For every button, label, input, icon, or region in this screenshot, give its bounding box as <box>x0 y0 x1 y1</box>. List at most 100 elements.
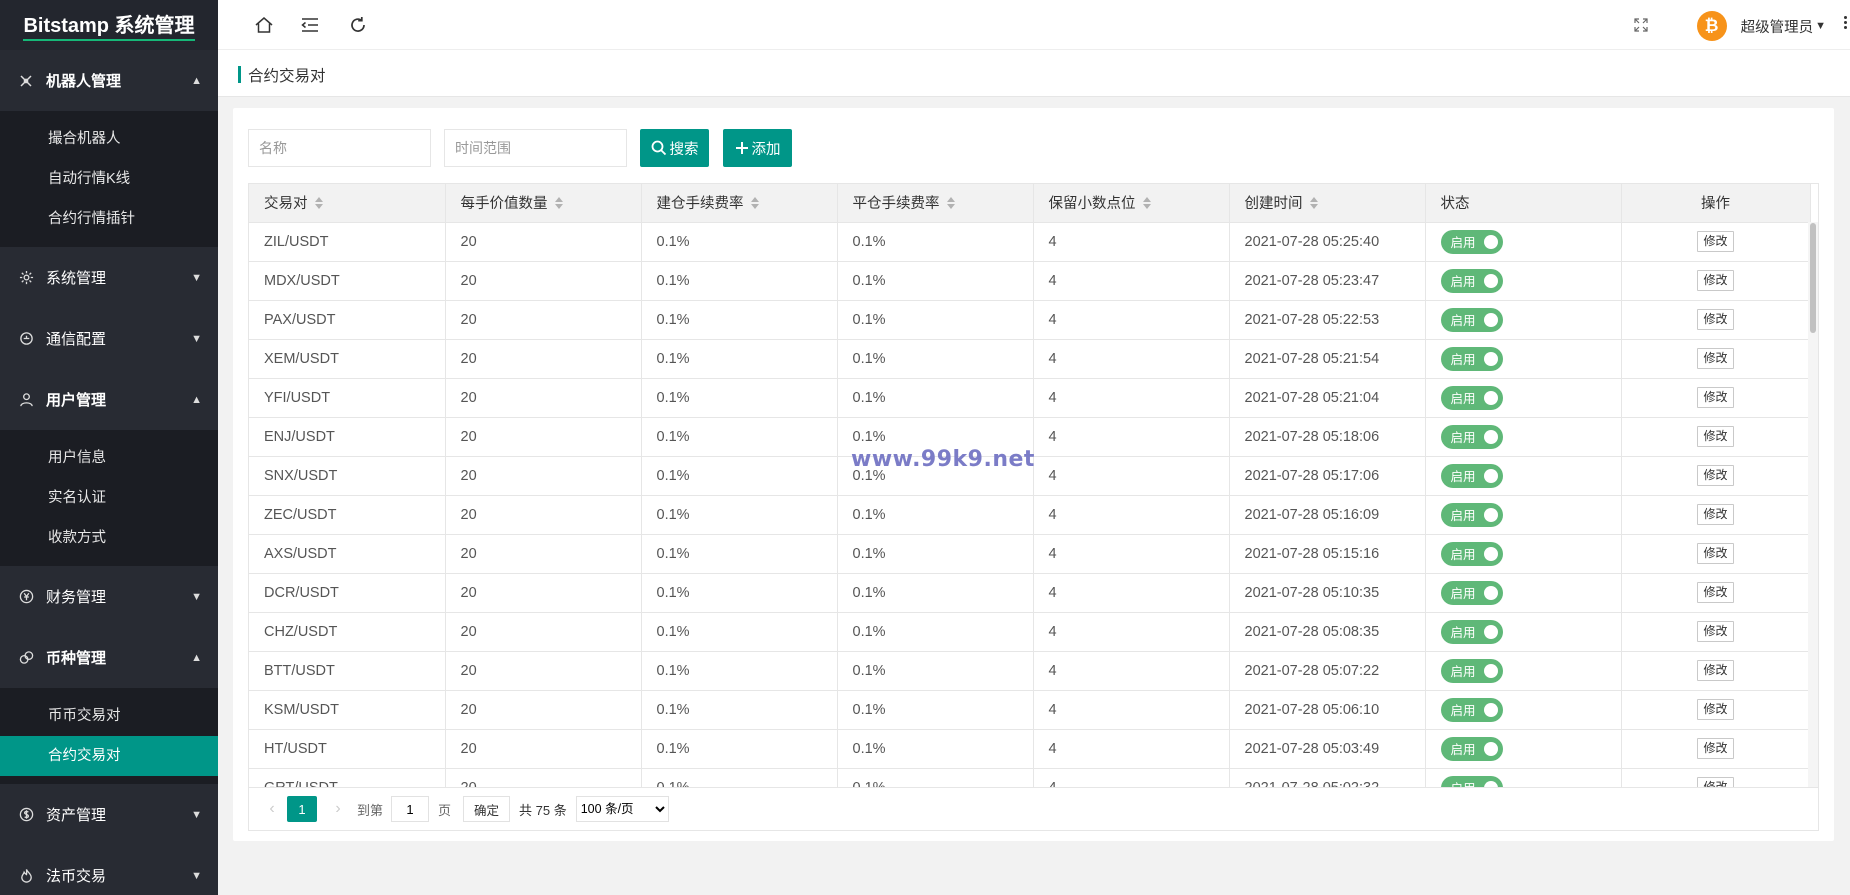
prev-page-icon[interactable]: ‹ <box>261 800 283 818</box>
sidebar-group-3[interactable]: 用户管理 ▲ <box>0 369 218 430</box>
edit-button[interactable]: 修改 <box>1697 699 1734 720</box>
scrollbar-thumb[interactable] <box>1810 223 1816 333</box>
cell-status: 启用 <box>1424 455 1622 496</box>
column-header[interactable]: 交易对 <box>249 184 446 223</box>
status-label: 启用 <box>1450 548 1476 562</box>
status-switch[interactable]: 启用 <box>1440 463 1503 488</box>
sidebar-group-4[interactable]: 财务管理 ▼ <box>0 566 218 627</box>
vertical-scrollbar[interactable] <box>1808 222 1818 787</box>
plus-icon <box>735 142 748 154</box>
sort-icon[interactable] <box>554 197 564 210</box>
status-switch[interactable]: 启用 <box>1440 424 1503 449</box>
search-button[interactable]: 搜索 <box>640 129 709 167</box>
shrink-sidebar-icon[interactable] <box>298 14 322 36</box>
sidebar-item[interactable]: 用户信息 <box>0 438 218 478</box>
cell-actions: 修改 <box>1620 494 1811 535</box>
cell-close-fee: 0.1% <box>836 611 1034 652</box>
cell-actions: 修改 <box>1620 572 1811 613</box>
cell-close-fee: 0.1% <box>836 260 1034 301</box>
edit-button[interactable]: 修改 <box>1697 465 1734 486</box>
more-icon[interactable] <box>1844 14 1850 31</box>
edit-button[interactable]: 修改 <box>1697 270 1734 291</box>
goto-page-input[interactable] <box>391 796 430 822</box>
column-header-label: 创建时间 <box>1244 196 1303 213</box>
current-page[interactable]: 1 <box>287 796 317 822</box>
sort-icon[interactable] <box>946 197 956 210</box>
add-button[interactable]: 添加 <box>723 129 792 167</box>
cell-close-fee: 0.1% <box>836 221 1034 262</box>
column-header[interactable]: 每手价值数量 <box>444 184 642 223</box>
edit-button[interactable]: 修改 <box>1697 309 1734 330</box>
edit-button[interactable]: 修改 <box>1697 348 1734 369</box>
refresh-icon[interactable] <box>346 14 370 36</box>
sidebar-group-5[interactable]: 币种管理 ▲ <box>0 627 218 688</box>
sidebar-item[interactable]: 收款方式 <box>0 518 218 558</box>
sidebar-item[interactable]: 合约交易对 <box>0 736 218 776</box>
cell-qty: 20 <box>444 338 642 379</box>
status-switch[interactable]: 启用 <box>1440 346 1503 371</box>
sidebar-group-7[interactable]: 法币交易 ▼ <box>0 845 218 895</box>
status-switch[interactable]: 启用 <box>1440 619 1503 644</box>
sidebar-item[interactable]: 币币交易对 <box>0 696 218 736</box>
sidebar-item[interactable]: 合约行情插针 <box>0 199 218 239</box>
next-page-icon[interactable]: › <box>327 800 349 818</box>
cell-pair: ENJ/USDT <box>249 416 446 457</box>
cell-decimals: 4 <box>1032 689 1230 730</box>
sort-icon[interactable] <box>1309 197 1319 210</box>
edit-button[interactable]: 修改 <box>1697 660 1734 681</box>
sidebar-item[interactable]: 自动行情K线 <box>0 159 218 199</box>
edit-button[interactable]: 修改 <box>1697 582 1734 603</box>
status-switch[interactable]: 启用 <box>1440 307 1503 332</box>
name-input[interactable] <box>248 129 431 167</box>
cell-qty: 20 <box>444 689 642 730</box>
sidebar-group-2[interactable]: 通信配置 ▼ <box>0 308 218 369</box>
sidebar-item[interactable]: 实名认证 <box>0 478 218 518</box>
cell-actions: 修改 <box>1620 689 1811 730</box>
cell-actions: 修改 <box>1620 416 1811 457</box>
status-switch[interactable]: 启用 <box>1440 697 1503 722</box>
edit-button[interactable]: 修改 <box>1697 426 1734 447</box>
edit-button[interactable]: 修改 <box>1697 387 1734 408</box>
user-menu[interactable]: ₿ 超级管理员 ▼ <box>1696 11 1826 41</box>
page-size-select[interactable]: 100 条/页 <box>575 796 669 822</box>
sort-icon[interactable] <box>314 197 324 210</box>
data-table: 交易对 每手价值数量 建仓手续费率 平仓手续费率 保留小数点位 创建时间 状态 操作 ZIL/… <box>248 183 1819 788</box>
column-header[interactable]: 平仓手续费率 <box>836 184 1034 223</box>
cell-open-fee: 0.1% <box>640 611 838 652</box>
status-switch[interactable]: 启用 <box>1440 541 1503 566</box>
status-switch[interactable]: 启用 <box>1440 580 1503 605</box>
column-header[interactable]: 保留小数点位 <box>1032 184 1230 223</box>
sort-icon[interactable] <box>1142 197 1152 210</box>
edit-button[interactable]: 修改 <box>1697 504 1734 525</box>
status-switch[interactable]: 启用 <box>1440 385 1503 410</box>
status-switch[interactable]: 启用 <box>1440 268 1503 293</box>
column-header[interactable]: 创建时间 <box>1228 184 1426 223</box>
status-label: 启用 <box>1450 392 1476 406</box>
sidebar-item[interactable]: 撮合机器人 <box>0 119 218 159</box>
status-switch[interactable]: 启用 <box>1440 736 1503 761</box>
edit-button[interactable]: 修改 <box>1697 543 1734 564</box>
sort-icon[interactable] <box>750 197 760 210</box>
cell-status: 启用 <box>1424 416 1622 457</box>
status-switch[interactable]: 启用 <box>1440 229 1503 254</box>
time-range-input[interactable] <box>444 129 627 167</box>
cell-created: 2021-07-28 05:07:22 <box>1228 650 1426 691</box>
edit-button[interactable]: 修改 <box>1697 777 1734 787</box>
column-header[interactable]: 建仓手续费率 <box>640 184 838 223</box>
fullscreen-icon[interactable] <box>1629 14 1653 36</box>
column-header-label: 交易对 <box>264 196 308 213</box>
status-switch[interactable]: 启用 <box>1440 658 1503 683</box>
status-switch[interactable]: 启用 <box>1440 502 1503 527</box>
cell-created: 2021-07-28 05:03:49 <box>1228 728 1426 769</box>
goto-confirm-button[interactable]: 确定 <box>463 796 511 822</box>
home-icon[interactable] <box>252 14 276 36</box>
sidebar-group-6[interactable]: 资产管理 ▼ <box>0 784 218 845</box>
edit-button[interactable]: 修改 <box>1697 621 1734 642</box>
cell-open-fee: 0.1% <box>640 260 838 301</box>
edit-button[interactable]: 修改 <box>1697 738 1734 759</box>
edit-button[interactable]: 修改 <box>1697 231 1734 252</box>
status-switch[interactable]: 启用 <box>1440 775 1503 787</box>
sidebar-group-1[interactable]: 系统管理 ▼ <box>0 247 218 308</box>
cell-open-fee: 0.1% <box>640 338 838 379</box>
sidebar-group-0[interactable]: 机器人管理 ▲ <box>0 50 218 111</box>
